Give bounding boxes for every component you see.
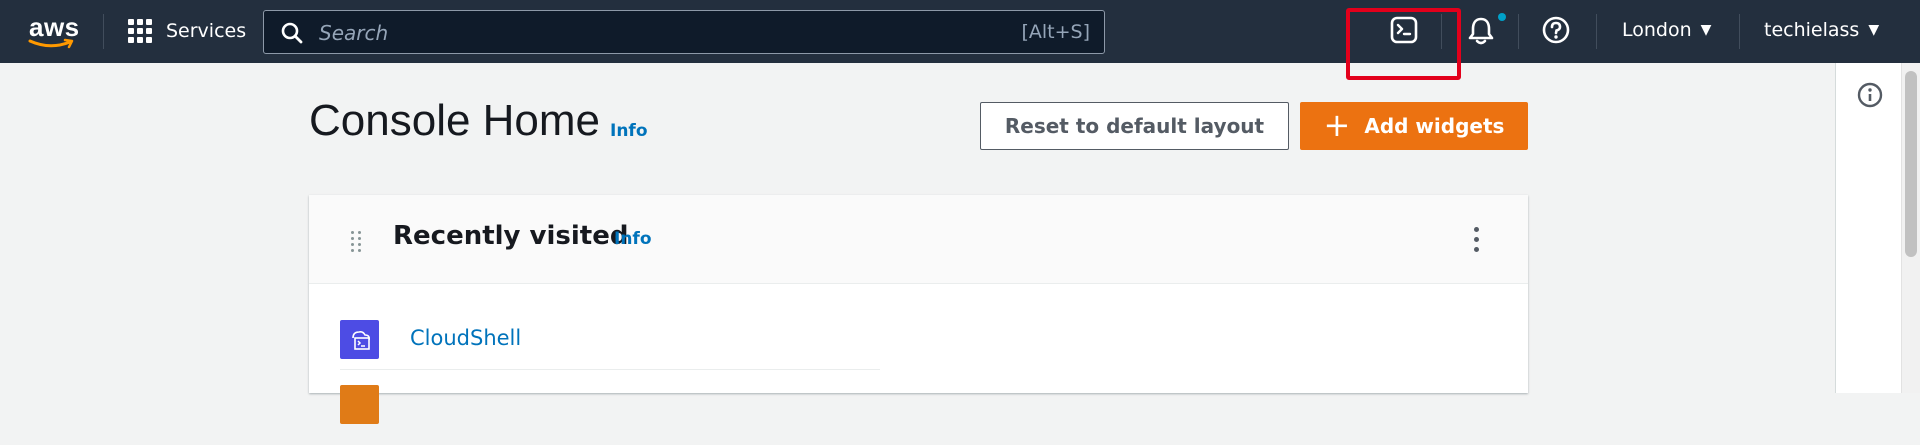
nav-divider: [1518, 14, 1519, 49]
search-icon: [281, 22, 303, 44]
reset-layout-button[interactable]: Reset to default layout: [980, 102, 1289, 150]
page-info-link[interactable]: Info: [610, 121, 648, 141]
tools-panel-rail: [1835, 63, 1901, 393]
add-widgets-label: Add widgets: [1364, 114, 1505, 138]
more-options-icon[interactable]: [1474, 227, 1479, 257]
nav-divider: [103, 14, 104, 49]
services-menu-button[interactable]: Services: [128, 17, 246, 45]
notifications-button[interactable]: [1466, 15, 1498, 47]
plus-icon: +: [1323, 105, 1351, 144]
help-button[interactable]: [1541, 15, 1573, 47]
notification-badge: [1498, 13, 1506, 21]
nav-divider: [1739, 14, 1740, 49]
caret-down-icon: ▼: [1868, 22, 1880, 38]
region-label: London: [1622, 19, 1692, 41]
search-input[interactable]: [317, 17, 961, 49]
cloudshell-service-icon: [340, 320, 379, 359]
drag-handle-icon[interactable]: [351, 231, 361, 252]
scrollbar-thumb[interactable]: [1905, 71, 1917, 257]
grid-menu-icon: [128, 19, 152, 43]
account-label: techielass: [1764, 19, 1860, 41]
account-menu[interactable]: techielass ▼: [1764, 19, 1879, 41]
info-panel-button[interactable]: [1856, 81, 1884, 113]
bell-icon: [1468, 17, 1494, 45]
scrollbar[interactable]: [1901, 63, 1920, 393]
info-icon: [1857, 82, 1883, 108]
service-icon: [340, 385, 379, 424]
list-divider: [340, 369, 880, 370]
recently-visited-link[interactable]: CloudShell: [410, 326, 521, 350]
region-selector[interactable]: London ▼: [1622, 19, 1711, 41]
aws-smile-icon: [28, 38, 74, 49]
highlight-annotation: [1346, 8, 1461, 80]
services-label: Services: [166, 20, 247, 42]
recently-visited-widget: Recently visited Info CloudShell: [309, 195, 1528, 424]
page-title: Console Home: [309, 96, 601, 145]
nav-divider: [1596, 14, 1597, 49]
widget-info-link[interactable]: Info: [614, 229, 652, 249]
widget-header: Recently visited Info: [309, 195, 1528, 284]
search-shortcut-hint: [Alt+S]: [1021, 21, 1090, 43]
add-widgets-button[interactable]: + Add widgets: [1300, 102, 1528, 150]
list-item[interactable]: [340, 385, 880, 445]
top-navigation: aws Services [Alt+S]: [0, 0, 1920, 63]
list-item[interactable]: CloudShell: [340, 320, 880, 380]
widget-title: Recently visited: [393, 221, 629, 251]
search-bar[interactable]: [Alt+S]: [263, 10, 1105, 54]
caret-down-icon: ▼: [1700, 22, 1712, 38]
aws-logo[interactable]: aws: [26, 12, 79, 49]
help-icon: [1542, 16, 1570, 44]
